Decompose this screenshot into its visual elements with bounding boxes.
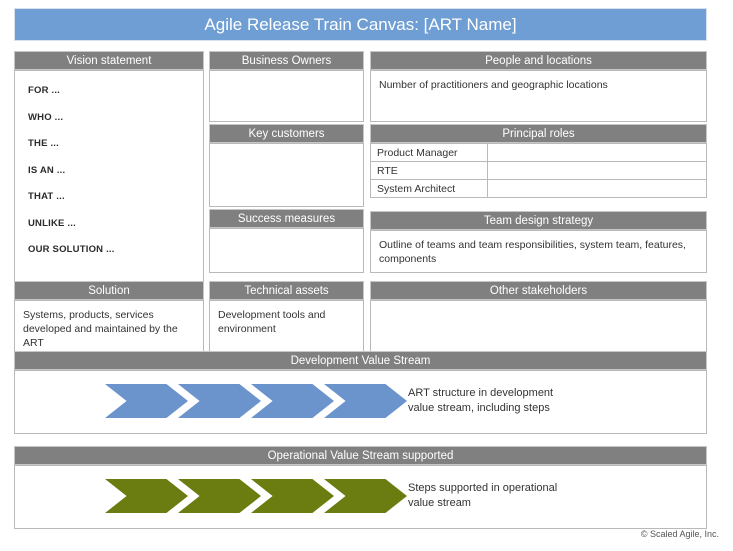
panel-success-measures: Success measures <box>209 209 364 273</box>
panel-principal-roles: Principal roles Product Manager RTE Syst… <box>370 124 707 198</box>
copyright-notice: © Scaled Agile, Inc. <box>640 529 719 539</box>
panel-business-owners: Business Owners <box>209 51 364 122</box>
panel-header-development-value-stream: Development Value Stream <box>14 351 707 370</box>
panel-body-development-value-stream[interactable]: ART structure in development value strea… <box>14 370 707 434</box>
panel-operational-value-stream: Operational Value Stream supported Steps… <box>14 446 707 529</box>
panel-body-key-customers[interactable] <box>209 143 364 207</box>
panel-people-and-locations: People and locations Number of practitio… <box>370 51 707 122</box>
panel-header-technical-assets: Technical assets <box>209 281 364 300</box>
panel-body-operational-value-stream[interactable]: Steps supported in operational value str… <box>14 465 707 529</box>
chevron-step[interactable] <box>178 384 261 418</box>
panel-team-design-strategy: Team design strategy Outline of teams an… <box>370 211 707 273</box>
caption-line: Steps supported in operational <box>408 482 558 494</box>
development-chevron-group <box>105 384 407 418</box>
table-row: System Architect <box>370 179 707 198</box>
panel-body-business-owners[interactable] <box>209 70 364 122</box>
panel-header-people-and-locations: People and locations <box>370 51 707 70</box>
panel-body-people-and-locations[interactable]: Number of practitioners and geographic l… <box>370 70 707 122</box>
caption-line: ART structure in development <box>408 387 554 399</box>
panel-development-value-stream: Development Value Stream ART structure i… <box>14 351 707 434</box>
panel-body-success-measures[interactable] <box>209 228 364 273</box>
caption-line: value stream <box>408 497 471 509</box>
panel-header-principal-roles: Principal roles <box>370 124 707 143</box>
page-title: Agile Release Train Canvas: [ART Name] <box>14 8 707 41</box>
panel-vision-statement: Vision statement FOR ... WHO ... THE ...… <box>14 51 204 290</box>
vision-line: THE ... <box>28 138 59 149</box>
role-label: System Architect <box>370 179 488 198</box>
panel-body-vision-statement[interactable]: FOR ... WHO ... THE ... IS AN ... THAT .… <box>14 70 204 290</box>
panel-header-key-customers: Key customers <box>209 124 364 143</box>
chevron-step[interactable] <box>251 479 334 513</box>
chevron-step[interactable] <box>251 384 334 418</box>
panel-header-other-stakeholders: Other stakeholders <box>370 281 707 300</box>
panel-body-other-stakeholders[interactable] <box>370 300 707 352</box>
chevron-step[interactable] <box>178 479 261 513</box>
operational-value-stream-caption: Steps supported in operational value str… <box>408 481 557 511</box>
panel-header-operational-value-stream: Operational Value Stream supported <box>14 446 707 465</box>
vision-line: OUR SOLUTION ... <box>28 244 115 255</box>
vision-line: IS AN ... <box>28 164 66 176</box>
panel-body-team-design-strategy[interactable]: Outline of teams and team responsibiliti… <box>370 230 707 273</box>
role-value[interactable] <box>487 161 707 180</box>
panel-solution: Solution Systems, products, services dev… <box>14 281 204 352</box>
chevron-step[interactable] <box>324 479 407 513</box>
panel-header-business-owners: Business Owners <box>209 51 364 70</box>
role-label: Product Manager <box>370 143 488 162</box>
chevron-step[interactable] <box>105 384 188 418</box>
chevron-step[interactable] <box>324 384 407 418</box>
panel-body-technical-assets[interactable]: Development tools and environment <box>209 300 364 352</box>
panel-header-team-design-strategy: Team design strategy <box>370 211 707 230</box>
principal-roles-table: Product Manager RTE System Architect <box>370 143 707 198</box>
panel-body-solution[interactable]: Systems, products, services developed an… <box>14 300 204 352</box>
panel-header-success-measures: Success measures <box>209 209 364 228</box>
role-label: RTE <box>370 161 488 180</box>
caption-line: value stream, including steps <box>408 402 550 414</box>
vision-line: WHO ... <box>28 111 64 123</box>
panel-technical-assets: Technical assets Development tools and e… <box>209 281 364 352</box>
vision-line: FOR ... <box>28 85 61 96</box>
development-value-stream-caption: ART structure in development value strea… <box>408 386 553 416</box>
panel-key-customers: Key customers <box>209 124 364 207</box>
panel-other-stakeholders: Other stakeholders <box>370 281 707 352</box>
role-value[interactable] <box>487 179 707 198</box>
art-canvas: Agile Release Train Canvas: [ART Name] V… <box>0 0 733 551</box>
vision-line: THAT ... <box>28 191 65 202</box>
role-value[interactable] <box>487 143 707 162</box>
vision-line: UNLIKE ... <box>28 217 76 229</box>
table-row: Product Manager <box>370 143 707 162</box>
panel-header-vision-statement: Vision statement <box>14 51 204 70</box>
table-row: RTE <box>370 161 707 180</box>
operational-chevron-group <box>105 479 407 513</box>
chevron-step[interactable] <box>105 479 188 513</box>
panel-header-solution: Solution <box>14 281 204 300</box>
